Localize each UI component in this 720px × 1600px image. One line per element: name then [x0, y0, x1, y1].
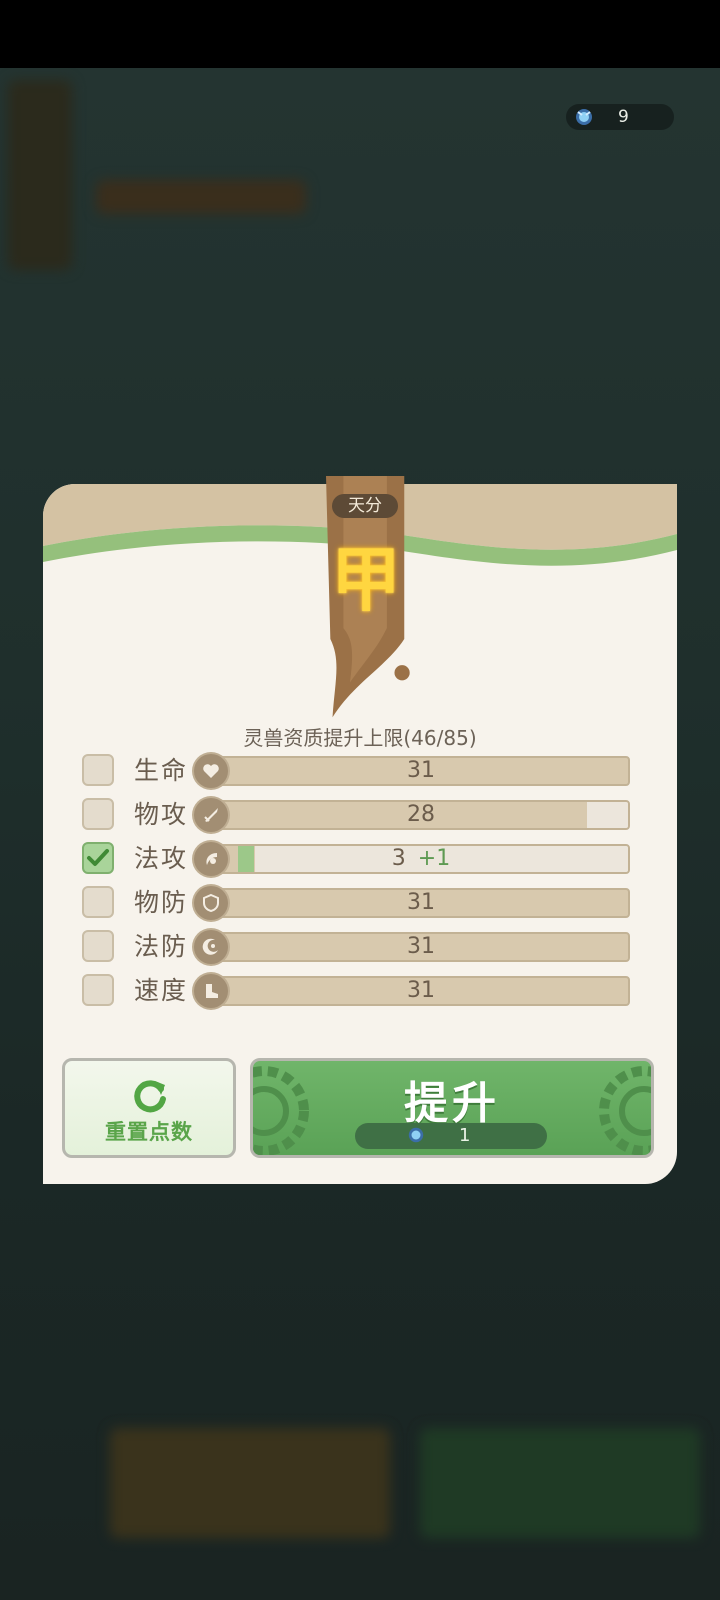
stat-value: 31 — [407, 978, 435, 1003]
stat-checkbox[interactable] — [82, 842, 114, 874]
currency-amount: 9 — [618, 107, 629, 127]
stat-value: 28 — [407, 802, 435, 827]
checkmark-icon — [87, 849, 109, 866]
stat-bar: 28 — [212, 800, 630, 830]
upgrade-button[interactable]: 提升 1 — [250, 1058, 654, 1158]
stat-bar: 31 — [212, 756, 630, 786]
tier-label: 天分 — [332, 494, 398, 518]
stat-value-text: 31 — [214, 978, 628, 1004]
stat-value-text: 31 — [214, 890, 628, 916]
stat-row: 法防 31 — [82, 930, 642, 964]
status-bar — [0, 0, 720, 68]
stat-row: 物防 31 — [82, 886, 642, 920]
stat-row: 法攻 3 +1 — [82, 842, 642, 876]
upgrade-cost-amount: 1 — [459, 1125, 471, 1146]
stat-row: 生命 31 — [82, 754, 642, 788]
stat-label: 物防 — [134, 888, 189, 917]
stat-value: 31 — [407, 934, 435, 959]
grade-character: 甲 — [331, 538, 401, 621]
reset-button-label: 重置点数 — [105, 1120, 193, 1144]
stat-label: 法攻 — [134, 844, 189, 873]
magic-icon — [194, 842, 228, 876]
stat-label: 物攻 — [134, 800, 189, 829]
stat-checkbox[interactable] — [82, 798, 114, 830]
stat-checkbox[interactable] — [82, 974, 114, 1006]
stat-label: 速度 — [134, 976, 189, 1005]
stat-value-text: 31 — [214, 758, 628, 784]
stat-value-text: 31 — [214, 934, 628, 960]
heart-icon — [194, 754, 228, 788]
refresh-icon — [134, 1080, 166, 1113]
upgrade-button-label: 提升 — [404, 1078, 500, 1129]
stat-value: 31 — [407, 890, 435, 915]
stat-bar: 31 — [212, 932, 630, 962]
spirit-gem-icon — [576, 109, 592, 125]
reset-points-button[interactable]: 重置点数 — [62, 1058, 236, 1158]
boot-icon — [194, 974, 228, 1008]
upgrade-cost: 1 — [355, 1123, 547, 1149]
stat-label: 生命 — [134, 756, 189, 785]
moon-icon — [194, 930, 228, 964]
sword-icon — [194, 798, 228, 832]
spirit-gem-icon — [408, 1127, 424, 1143]
currency-counter: 9 — [566, 104, 674, 130]
stat-value-text: 3 +1 — [214, 846, 628, 872]
stat-bar: 31 — [212, 976, 630, 1006]
stat-row: 速度 31 — [82, 974, 642, 1008]
stat-value-text: 28 — [214, 802, 628, 828]
stat-value: 3 — [391, 846, 406, 871]
stat-checkbox[interactable] — [82, 754, 114, 786]
shield-icon — [194, 886, 228, 920]
stat-row: 物攻 28 — [82, 798, 642, 832]
stat-label: 法防 — [134, 932, 189, 961]
stat-value: 31 — [407, 758, 435, 783]
stat-checkbox[interactable] — [82, 886, 114, 918]
stat-bonus: +1 — [417, 846, 451, 871]
stat-bar: 31 — [212, 888, 630, 918]
upgrade-limit-text: 灵兽资质提升上限(46/85) — [243, 726, 477, 750]
stat-bar: 3 +1 — [212, 844, 630, 874]
stat-checkbox[interactable] — [82, 930, 114, 962]
